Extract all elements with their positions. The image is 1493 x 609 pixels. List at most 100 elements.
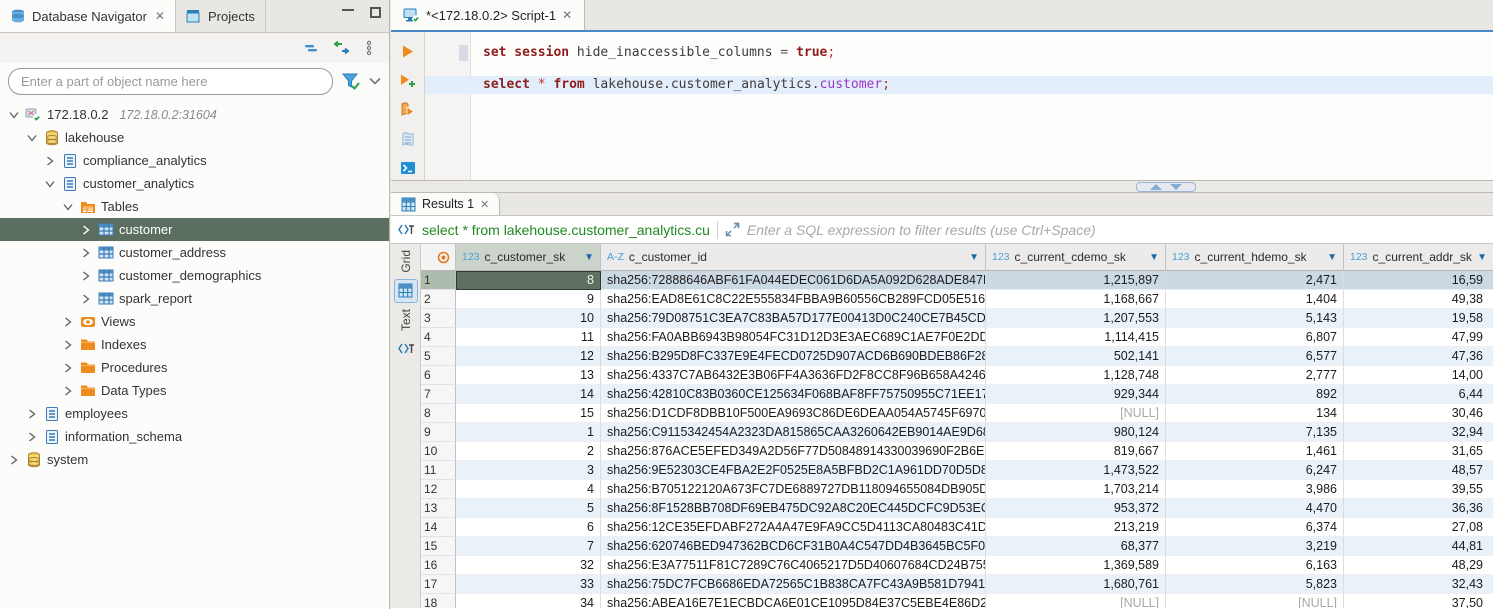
chevron-down-icon[interactable] <box>26 134 38 142</box>
chevron-right-icon[interactable] <box>62 386 74 396</box>
cell-c_customer_id[interactable]: sha256:72888646ABF61FA044EDEC061D6DA5A09… <box>601 271 986 290</box>
cell-c_current_hdemo_sk[interactable]: 3,986 <box>1166 480 1344 499</box>
cell-c_current_addr_sk[interactable]: 6,44 <box>1344 385 1493 404</box>
cell-c_customer_sk[interactable]: 5 <box>456 499 601 518</box>
row-number[interactable]: 11 <box>421 461 456 480</box>
result-filter-input[interactable] <box>747 222 1487 238</box>
cell-c_customer_sk[interactable]: 7 <box>456 537 601 556</box>
collapse-all-icon[interactable] <box>303 40 319 56</box>
cell-c_current_addr_sk[interactable]: 31,65 <box>1344 442 1493 461</box>
cell-c_current_hdemo_sk[interactable]: 892 <box>1166 385 1344 404</box>
cell-c_current_addr_sk[interactable]: 37,50 <box>1344 594 1493 608</box>
tree-item-employees[interactable]: employees <box>0 402 389 425</box>
row-number[interactable]: 9 <box>421 423 456 442</box>
cell-c_current_addr_sk[interactable]: 48,29 <box>1344 556 1493 575</box>
minimize-icon[interactable] <box>342 9 354 19</box>
cell-c_current_cdemo_sk[interactable]: 1,128,748 <box>986 366 1166 385</box>
sql-statement-line[interactable]: set session hide_inaccessible_columns = … <box>425 44 1493 62</box>
cell-c_current_addr_sk[interactable]: 48,57 <box>1344 461 1493 480</box>
cell-c_customer_id[interactable]: sha256:42810C83B0360CE125634F068BAF8FF75… <box>601 385 986 404</box>
column-menu-arrow-icon[interactable]: ▼ <box>584 252 594 263</box>
tree-item-tables[interactable]: Tables <box>0 195 389 218</box>
cell-c_current_hdemo_sk[interactable]: 1,404 <box>1166 290 1344 309</box>
cell-c_current_cdemo_sk[interactable]: 1,168,667 <box>986 290 1166 309</box>
row-number[interactable]: 1 <box>421 271 456 290</box>
chevron-right-icon[interactable] <box>62 317 74 327</box>
chevron-down-icon[interactable] <box>44 180 56 188</box>
cell-c_current_addr_sk[interactable]: 36,36 <box>1344 499 1493 518</box>
cell-c_current_hdemo_sk[interactable]: 1,461 <box>1166 442 1344 461</box>
chevron-right-icon[interactable] <box>80 294 92 304</box>
execute-script-icon[interactable] <box>400 102 415 118</box>
cell-c_current_cdemo_sk[interactable]: 819,667 <box>986 442 1166 461</box>
cell-c_customer_id[interactable]: sha256:B295D8FC337E9E4FECD0725D907ACD6B6… <box>601 347 986 366</box>
row-number[interactable]: 17 <box>421 575 456 594</box>
cell-c_current_addr_sk[interactable]: 32,94 <box>1344 423 1493 442</box>
cell-c_current_cdemo_sk[interactable]: 502,141 <box>986 347 1166 366</box>
explain-plan-icon[interactable] <box>401 132 415 147</box>
cell-c_current_hdemo_sk[interactable]: 7,135 <box>1166 423 1344 442</box>
tree-item-system[interactable]: system <box>0 448 389 471</box>
row-number[interactable]: 4 <box>421 328 456 347</box>
column-header-c_customer_id[interactable]: A-Zc_customer_id▼ <box>601 244 986 271</box>
row-number[interactable]: 8 <box>421 404 456 423</box>
column-header-c_current_hdemo_sk[interactable]: 123c_current_hdemo_sk▼ <box>1166 244 1344 271</box>
cell-c_customer_sk[interactable]: 6 <box>456 518 601 537</box>
tree-item-customer-demographics[interactable]: customer_demographics <box>0 264 389 287</box>
tab-results-1[interactable]: Results 1 ✕ <box>391 193 500 215</box>
cell-c_customer_id[interactable]: sha256:620746BED947362BCD6CF31B0A4C547DD… <box>601 537 986 556</box>
cell-c_customer_id[interactable]: sha256:12CE35EFDABF272A4A47E9FA9CC5D4113… <box>601 518 986 537</box>
cell-c_current_addr_sk[interactable]: 19,58 <box>1344 309 1493 328</box>
cell-c_customer_id[interactable]: sha256:EAD8E61C8C22E555834FBBA9B60556CB2… <box>601 290 986 309</box>
tree-item-information-schema[interactable]: information_schema <box>0 425 389 448</box>
splitter-handle[interactable] <box>1136 182 1196 192</box>
cell-c_current_addr_sk[interactable]: 16,59 <box>1344 271 1493 290</box>
grid-presentation-icon[interactable] <box>394 279 418 303</box>
chevron-down-icon[interactable] <box>62 203 74 211</box>
view-menu-icon[interactable] <box>365 40 373 56</box>
chevron-right-icon[interactable] <box>80 271 92 281</box>
close-icon[interactable]: ✕ <box>480 198 489 211</box>
cell-c_customer_id[interactable]: sha256:79D08751C3EA7C83BA57D177E00413D0C… <box>601 309 986 328</box>
cell-c_current_hdemo_sk[interactable]: 6,374 <box>1166 518 1344 537</box>
chevron-down-icon[interactable] <box>8 111 20 119</box>
cell-c_current_addr_sk[interactable]: 27,08 <box>1344 518 1493 537</box>
row-number[interactable]: 15 <box>421 537 456 556</box>
cell-c_customer_sk[interactable]: 3 <box>456 461 601 480</box>
filter-funnel-icon[interactable] <box>341 72 361 90</box>
cell-c_current_addr_sk[interactable]: 14,00 <box>1344 366 1493 385</box>
chevron-right-icon[interactable] <box>80 225 92 235</box>
close-icon[interactable]: ✕ <box>562 8 572 22</box>
chevron-right-icon[interactable] <box>8 455 20 465</box>
text-presentation-icon[interactable] <box>394 337 418 361</box>
cell-c_current_hdemo_sk[interactable]: 6,163 <box>1166 556 1344 575</box>
tree-item-lakehouse[interactable]: lakehouse <box>0 126 389 149</box>
row-number[interactable]: 16 <box>421 556 456 575</box>
row-number[interactable]: 3 <box>421 309 456 328</box>
chevron-down-icon[interactable] <box>369 77 381 85</box>
cell-c_current_hdemo_sk[interactable]: 4,470 <box>1166 499 1344 518</box>
sql-statement-line[interactable]: select * from lakehouse.customer_analyti… <box>425 76 1493 94</box>
chevron-right-icon[interactable] <box>26 432 38 442</box>
tree-item-views[interactable]: Views <box>0 310 389 333</box>
column-header-c_customer_sk[interactable]: 123c_customer_sk▼ <box>456 244 601 271</box>
row-number[interactable]: 18 <box>421 594 456 608</box>
cell-c_customer_sk[interactable]: 15 <box>456 404 601 423</box>
grid-corner-cell[interactable] <box>421 244 456 271</box>
column-menu-arrow-icon[interactable]: ▼ <box>1477 252 1487 263</box>
cell-c_current_addr_sk[interactable]: 32,43 <box>1344 575 1493 594</box>
cell-c_current_addr_sk[interactable]: 39,55 <box>1344 480 1493 499</box>
expand-filter-icon[interactable] <box>725 222 740 237</box>
cell-c_current_addr_sk[interactable]: 47,36 <box>1344 347 1493 366</box>
cell-c_current_cdemo_sk[interactable]: 929,344 <box>986 385 1166 404</box>
open-sql-console-icon[interactable] <box>400 161 416 175</box>
chevron-right-icon[interactable] <box>62 363 74 373</box>
row-number[interactable]: 14 <box>421 518 456 537</box>
cell-c_current_hdemo_sk[interactable]: [NULL] <box>1166 594 1344 608</box>
cell-c_current_addr_sk[interactable]: 49,38 <box>1344 290 1493 309</box>
cell-c_current_addr_sk[interactable]: 30,46 <box>1344 404 1493 423</box>
cell-c_current_hdemo_sk[interactable]: 6,247 <box>1166 461 1344 480</box>
tab-projects[interactable]: Projects <box>176 0 266 32</box>
cell-c_current_hdemo_sk[interactable]: 6,807 <box>1166 328 1344 347</box>
tree-item-compliance-analytics[interactable]: compliance_analytics <box>0 149 389 172</box>
